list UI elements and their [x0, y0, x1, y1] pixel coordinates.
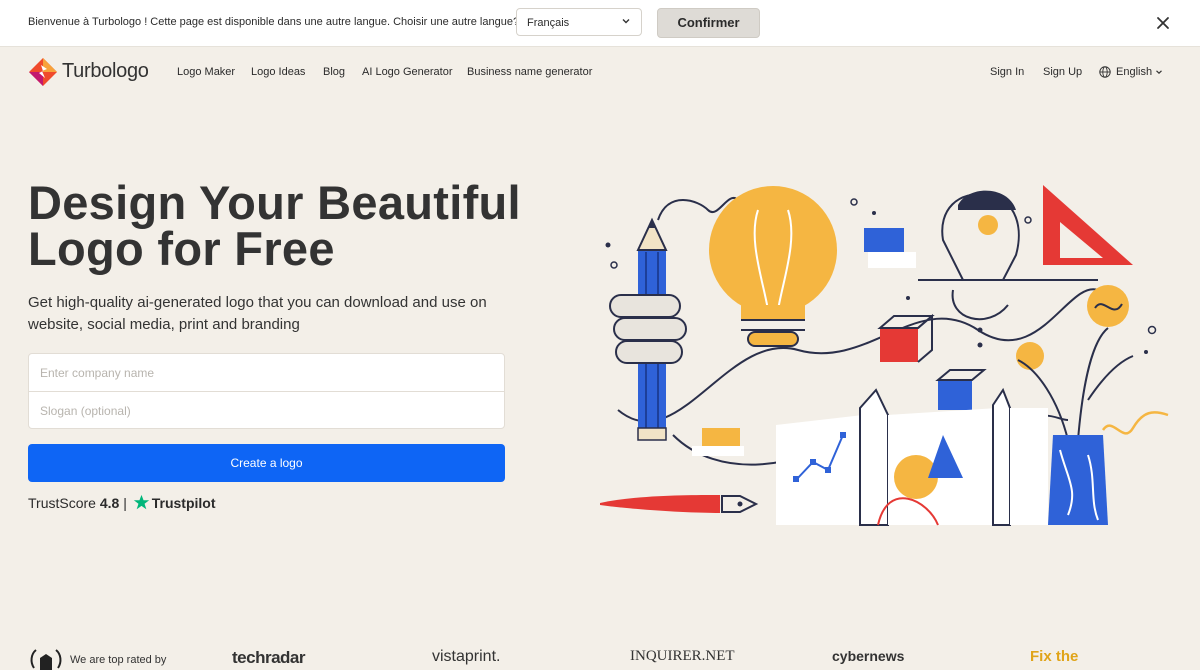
globe-icon	[1099, 66, 1111, 78]
logo-form	[28, 353, 505, 429]
paper-chart-drawing	[776, 387, 1048, 526]
pen-drawing	[600, 495, 759, 513]
press-logo-techradar: techradar	[232, 648, 305, 667]
confirm-language-button[interactable]: Confirmer	[657, 8, 760, 38]
ruler-triangle-drawing	[1043, 185, 1133, 265]
hero-illustration	[600, 185, 1169, 526]
create-logo-button[interactable]: Create a logo	[28, 444, 505, 482]
hand-drawing	[609, 294, 687, 364]
language-banner: Bienvenue à Turbologo ! Cette page est d…	[0, 0, 1200, 47]
trustpilot-star-icon	[133, 494, 149, 510]
language-select-value: Français	[527, 17, 570, 29]
trustscore-label: TrustScore	[28, 495, 96, 511]
hero-subtitle: Get high-quality ai-generated logo that …	[28, 294, 487, 333]
nav-blog[interactable]: Blog	[323, 66, 345, 78]
company-name-input[interactable]	[29, 354, 504, 391]
trustpilot-rating[interactable]: TrustScore 4.8 | Trustpilot	[28, 494, 216, 511]
trust-separator: |	[123, 495, 127, 511]
logo-text: Turbologo	[62, 60, 149, 82]
press-logo-fix-the: Fix the	[1030, 648, 1079, 665]
trustscore-value: 4.8	[99, 495, 120, 511]
press-logo-vistaprint: vistaprint.	[432, 648, 501, 665]
laurel-icon	[30, 649, 62, 670]
nav-logo-maker[interactable]: Logo Maker	[177, 66, 235, 78]
close-icon[interactable]	[1155, 15, 1171, 31]
press-logo-inquirer: INQUIRER.NET	[630, 648, 735, 664]
sign-in-link[interactable]: Sign In	[990, 66, 1024, 78]
press-logo-cybernews: cybernews	[832, 648, 905, 664]
nav-business-name-generator[interactable]: Business name generator	[467, 66, 592, 78]
hero-title: Design Your Beautiful Logo for Free	[28, 179, 588, 275]
sign-up-link[interactable]: Sign Up	[1043, 66, 1082, 78]
turbologo-logo[interactable]: Turbologo	[28, 56, 158, 88]
language-switcher[interactable]: English	[1116, 66, 1152, 78]
trustpilot-brand: Trustpilot	[151, 495, 216, 511]
nav-ai-logo-generator[interactable]: AI Logo Generator	[362, 66, 453, 78]
turbologo-logo-icon	[29, 58, 57, 86]
nav-logo-ideas[interactable]: Logo Ideas	[251, 66, 305, 78]
language-select[interactable]: Français	[516, 8, 642, 36]
chevron-down-icon	[1156, 70, 1162, 75]
chevron-down-icon	[622, 19, 630, 24]
hero-title-line-2: Logo for Free	[28, 222, 335, 275]
lightbulb-drawing	[709, 186, 837, 347]
press-lead-text: We are top rated by	[70, 654, 167, 666]
language-banner-message: Bienvenue à Turbologo ! Cette page est d…	[28, 16, 520, 28]
slogan-input[interactable]	[29, 392, 504, 429]
